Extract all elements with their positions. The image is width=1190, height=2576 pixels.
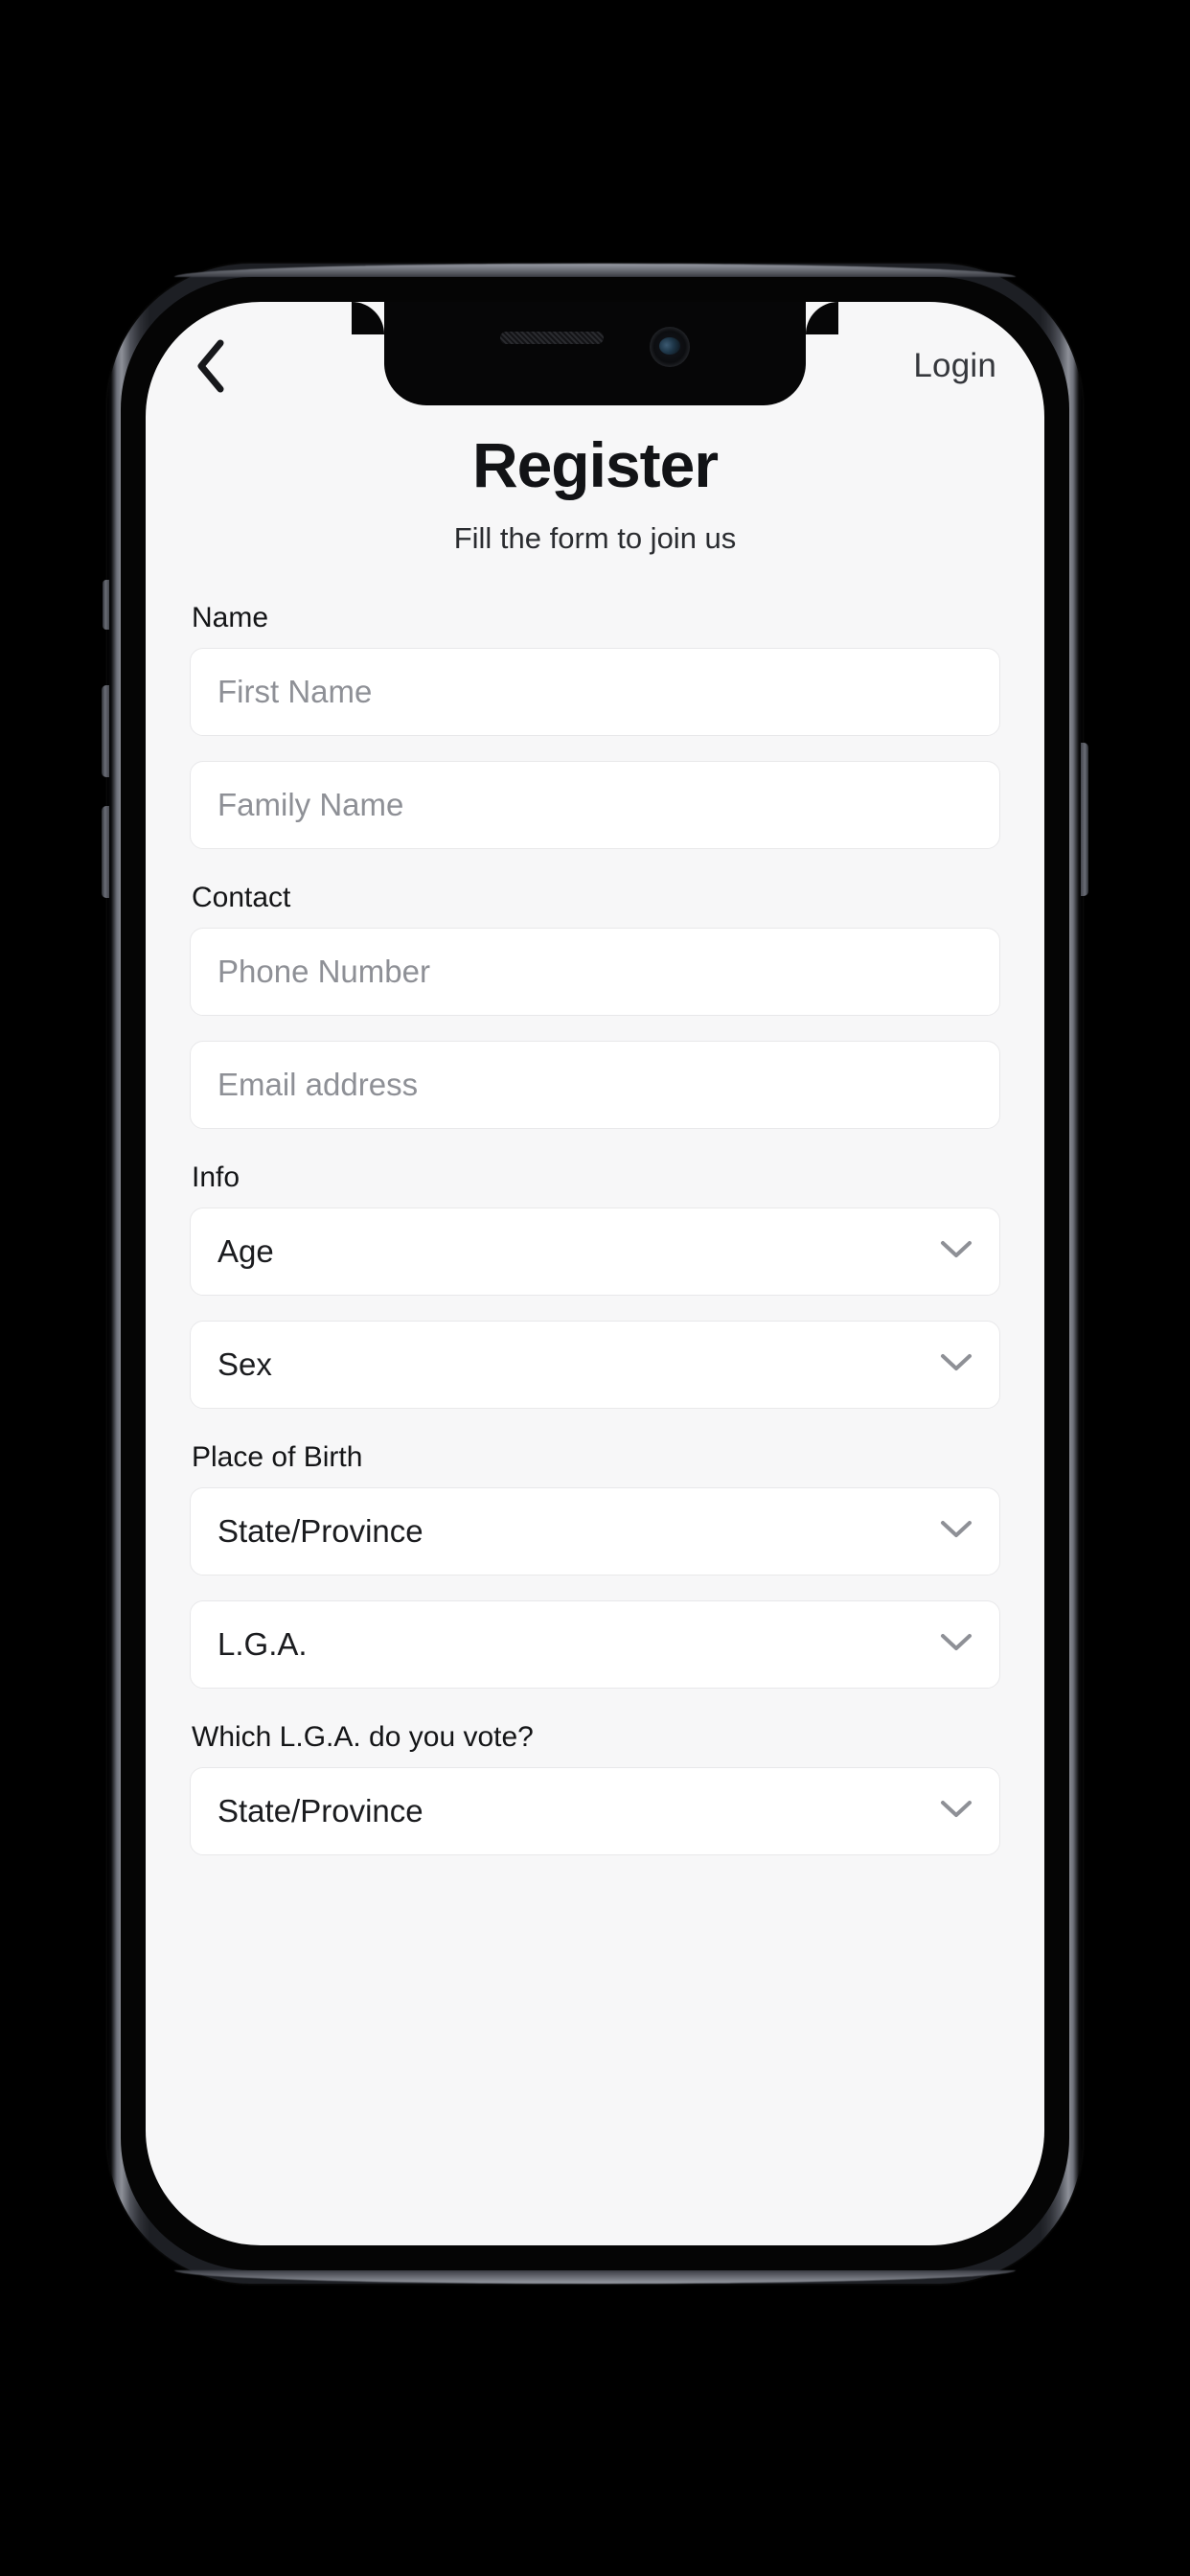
back-button[interactable]	[182, 337, 240, 395]
birth-lga-value: L.G.A.	[217, 1626, 308, 1663]
voting-state-province-value: State/Province	[217, 1793, 423, 1829]
device-screen: Login Register Fill the form to join us …	[146, 302, 1044, 2245]
family-name-placeholder: Family Name	[217, 787, 404, 823]
chevron-down-icon	[940, 1239, 973, 1265]
voting-state-province-select[interactable]: State/Province	[190, 1767, 1000, 1856]
login-link[interactable]: Login	[909, 341, 1000, 391]
section-label-voting-lga: Which L.G.A. do you vote?	[192, 1721, 534, 1754]
chevron-down-icon	[940, 1799, 973, 1825]
chevron-down-icon	[940, 1519, 973, 1545]
birth-state-province-value: State/Province	[217, 1513, 423, 1550]
email-address-placeholder: Email address	[217, 1067, 419, 1103]
chevron-down-icon	[940, 1632, 973, 1658]
age-select[interactable]: Age	[190, 1208, 1000, 1297]
first-name-placeholder: First Name	[217, 674, 373, 710]
phone-number-input[interactable]: Phone Number	[190, 928, 1000, 1017]
phone-number-placeholder: Phone Number	[217, 954, 430, 990]
power-button[interactable]	[1081, 743, 1088, 896]
register-screen: Login Register Fill the form to join us …	[146, 302, 1044, 2245]
phone-device-mockup: Login Register Fill the form to join us …	[102, 264, 1088, 2284]
section-label-name: Name	[192, 602, 269, 634]
volume-up-button[interactable]	[102, 685, 109, 777]
section-label-info: Info	[192, 1162, 240, 1194]
age-select-value: Age	[217, 1233, 274, 1270]
email-address-input[interactable]: Email address	[190, 1041, 1000, 1130]
section-label-place-of-birth: Place of Birth	[192, 1441, 363, 1474]
mute-switch-button[interactable]	[103, 580, 109, 630]
top-bar: Login	[190, 302, 1000, 405]
birth-lga-select[interactable]: L.G.A.	[190, 1600, 1000, 1690]
volume-down-button[interactable]	[102, 806, 109, 898]
first-name-input[interactable]: First Name	[190, 648, 1000, 737]
section-label-contact: Contact	[192, 882, 291, 914]
sex-select-value: Sex	[217, 1346, 272, 1383]
birth-state-province-select[interactable]: State/Province	[190, 1487, 1000, 1576]
register-form: Name First Name Family Name Contact Phon…	[190, 602, 1000, 1856]
chevron-left-icon	[194, 338, 228, 394]
page-title: Register	[471, 429, 719, 500]
page-subtitle: Fill the form to join us	[453, 521, 737, 556]
device-bezel: Login Register Fill the form to join us …	[121, 277, 1069, 2270]
chevron-down-icon	[940, 1352, 973, 1378]
family-name-input[interactable]: Family Name	[190, 761, 1000, 850]
sex-select[interactable]: Sex	[190, 1321, 1000, 1410]
